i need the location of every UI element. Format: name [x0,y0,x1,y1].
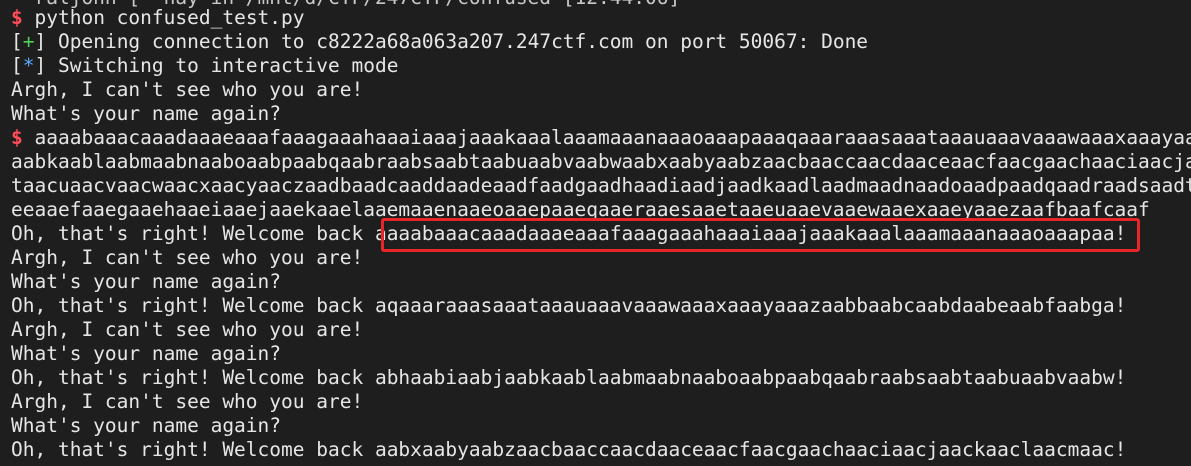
command-line: $ python confused_test.py [11,6,305,30]
output-argh-4: Argh, I can't see who you are! [11,390,364,413]
prompt-dollar: $ [11,6,23,29]
welcome-name-3: abhaabiaabjaabkaablaabmaabnaaboaabpaabqa… [374,366,1115,389]
output-argh-1: Argh, I can't see who you are! [11,78,364,101]
connection-text: Opening connection to c8222a68a063a207.2… [46,30,869,53]
plus-marker: + [22,30,35,53]
command-text: python confused_test.py [34,6,305,29]
welcome-line-4: Oh, that's right! Welcome back aabxaabya… [11,438,1127,461]
output-name-again-1: What's your name again? [11,102,282,125]
terminal-window[interactable]: * raljohn [~ nay in /mnt/d/CTF/247CTF/co… [0,0,1191,466]
welcome-prefix: Oh, that's right! Welcome back [11,294,375,317]
star-marker: * [22,54,35,77]
input-line-3: taacuaacvaacwaacxaacyaaczaadbaadcaaddaad… [11,174,1191,197]
interactive-text: Switching to interactive mode [46,54,399,77]
output-name-again-4: What's your name again? [11,414,282,437]
output-line-interactive: [*] Switching to interactive mode [11,54,399,77]
welcome-prefix: Oh, that's right! Welcome back [11,366,375,389]
output-argh-2: Argh, I can't see who you are! [11,246,364,269]
output-name-again-3: What's your name again? [11,342,282,365]
output-line-connection: [+] Opening connection to c8222a68a063a2… [11,30,869,53]
welcome-line-2: Oh, that's right! Welcome back aqaaaraaa… [11,294,1127,317]
welcome-name-2: aqaaaraaasaaataaauaaavaaawaaaxaaayaaazaa… [374,294,1115,317]
highlight-annotation-box [381,218,1140,252]
input-line-2: aabkaablaabmaabnaaboaabpaabqaabraabsaabt… [11,150,1191,173]
output-name-again-2: What's your name again? [11,270,282,293]
welcome-prefix: Oh, that's right! Welcome back [11,438,375,461]
welcome-prefix: Oh, that's right! Welcome back [11,222,375,245]
prompt-dollar: $ [11,126,23,149]
input-payload-1: aaaabaaacaaadaaaeaaafaaagaaahaaaiaaajaaa… [34,126,1191,149]
output-argh-3: Argh, I can't see who you are! [11,318,364,341]
welcome-line-3: Oh, that's right! Welcome back abhaabiaa… [11,366,1127,389]
welcome-name-4: aabxaabyaabzaacbaaccaacdaaceaacfaacgaach… [374,438,1115,461]
input-line-1[interactable]: $ aaaabaaacaaadaaaeaaafaaagaaahaaaiaaaja… [11,126,1191,150]
